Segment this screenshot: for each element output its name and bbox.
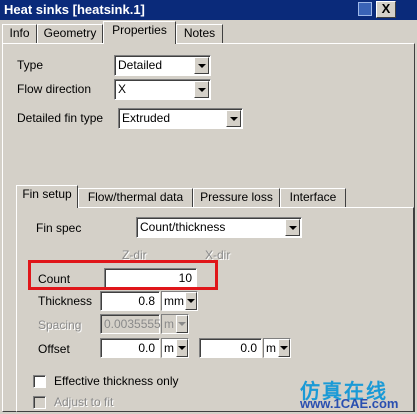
fin-type-label: Detailed fin type [17, 111, 104, 125]
chevron-down-icon[interactable] [176, 339, 188, 357]
chevron-down-icon[interactable] [194, 57, 209, 74]
window-title: Heat sinks [heatsink.1] [4, 2, 145, 17]
tab-notes[interactable]: Notes [176, 24, 223, 44]
effective-thickness-label: Effective thickness only [54, 374, 179, 388]
fin-spec-select[interactable]: Count/thickness [136, 217, 302, 238]
count-highlight-box [28, 260, 218, 290]
offset-z-unit-select[interactable]: m [161, 338, 189, 358]
effective-thickness-checkbox[interactable] [33, 375, 46, 388]
offset-z-input[interactable]: 0.0 [100, 338, 160, 358]
chevron-down-icon[interactable] [285, 219, 300, 236]
spacing-label: Spacing [38, 318, 82, 332]
tab-geometry[interactable]: Geometry [37, 24, 103, 44]
tab-pressure-loss[interactable]: Pressure loss [193, 188, 280, 208]
window-icon [358, 2, 372, 16]
spacing-input: 0.0035555 [100, 314, 161, 334]
fin-type-select[interactable]: Extruded [118, 108, 243, 129]
offset-x-input[interactable]: 0.0 [199, 338, 262, 358]
dialog-body: Info Geometry Properties Notes Type Deta… [0, 20, 417, 414]
fin-spec-label: Fin spec [36, 221, 82, 235]
type-label: Type [17, 58, 44, 72]
title-bar: Heat sinks [heatsink.1] X [0, 0, 417, 20]
offset-label: Offset [38, 342, 70, 356]
chevron-down-icon [176, 315, 188, 333]
tab-fin-setup[interactable]: Fin setup [16, 185, 78, 208]
adjust-to-fit-label: Adjust to fit [54, 395, 114, 409]
watermark-url: www.1CAE.com [300, 396, 399, 411]
chevron-down-icon[interactable] [226, 110, 241, 127]
close-button[interactable]: X [376, 1, 396, 18]
flow-direction-select[interactable]: X [114, 79, 211, 100]
thickness-label: Thickness [38, 294, 93, 308]
chevron-down-icon[interactable] [194, 81, 209, 98]
tab-properties[interactable]: Properties [103, 21, 176, 44]
spacing-unit-select: m [161, 314, 189, 334]
thickness-input[interactable]: 0.8 [100, 291, 160, 311]
flow-direction-label: Flow direction [17, 82, 92, 96]
offset-x-unit-select[interactable]: m [263, 338, 291, 358]
chevron-down-icon[interactable] [185, 292, 197, 310]
adjust-to-fit-checkbox [33, 396, 46, 409]
type-select[interactable]: Detailed [114, 55, 211, 76]
thickness-unit-select[interactable]: mm [161, 291, 198, 311]
tab-flow-thermal-data[interactable]: Flow/thermal data [78, 188, 193, 208]
chevron-down-icon[interactable] [278, 339, 290, 357]
tab-interface[interactable]: Interface [280, 188, 346, 208]
tab-info[interactable]: Info [2, 24, 37, 44]
